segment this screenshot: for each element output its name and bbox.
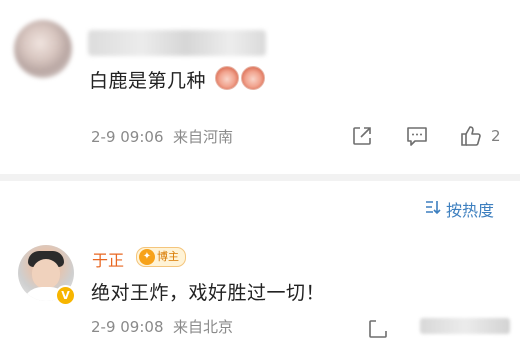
comment-time: 2-9 09:06 [91, 128, 164, 146]
share-icon[interactable] [367, 318, 389, 340]
like-icon[interactable] [459, 124, 483, 148]
sort-icon[interactable] [425, 198, 441, 216]
comment-body: 白鹿是第几种 [89, 70, 207, 92]
comment-text: 白鹿是第几种 [89, 66, 265, 93]
share-icon[interactable] [351, 125, 373, 147]
author-name[interactable]: 于正 [92, 247, 124, 271]
sort-button[interactable]: 按热度 [446, 197, 494, 221]
section-divider [0, 174, 520, 181]
badge-label: 博主 [157, 250, 179, 263]
comment-time: 2-9 09:08 [91, 318, 164, 336]
like-count: 2 [491, 127, 501, 145]
comment-text: 绝对王炸，戏好胜过一切！ [91, 282, 326, 304]
comment-icon[interactable] [405, 125, 429, 147]
avatar-blurred[interactable] [14, 20, 72, 78]
verified-badge: V [55, 285, 76, 306]
author-badge: ✦ 博主 [136, 247, 186, 267]
emoji-icon [240, 66, 265, 90]
comment-location: 来自北京 [173, 318, 234, 336]
username-blurred[interactable] [88, 30, 266, 56]
comment-location: 来自河南 [173, 128, 234, 146]
comment-meta: 2-9 09:06 来自河南 [91, 126, 233, 147]
emoji-icon [214, 66, 239, 90]
badge-icon: ✦ [139, 249, 155, 265]
comment-meta: 2-9 09:08 来自北京 [91, 316, 233, 337]
